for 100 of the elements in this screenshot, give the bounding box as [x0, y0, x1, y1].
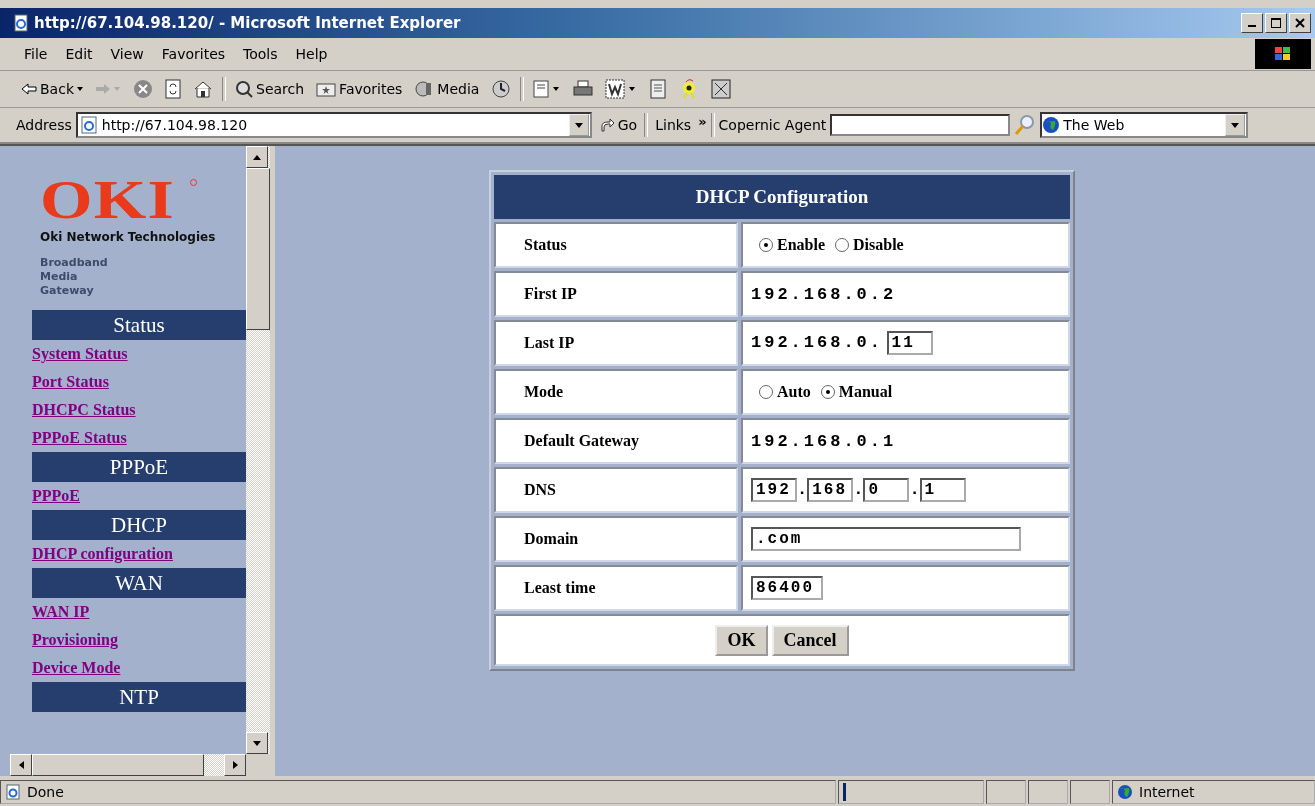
maximize-button[interactable]	[1265, 13, 1287, 33]
field-label: DNS	[494, 467, 738, 513]
section-heading: DHCP	[32, 510, 246, 540]
vertical-scrollbar[interactable]	[246, 146, 270, 754]
radio-option[interactable]: Manual	[820, 383, 893, 401]
media-button[interactable]: Media	[411, 78, 483, 100]
favorites-button[interactable]: Favorites	[313, 79, 406, 99]
ip-octet-field[interactable]: 168	[807, 478, 854, 502]
right-arrow-icon[interactable]	[232, 761, 238, 769]
menu-item[interactable]: View	[102, 44, 152, 64]
forward-arrow-icon	[95, 82, 121, 96]
status-pane	[986, 780, 1026, 804]
caret-icon[interactable]	[574, 122, 583, 128]
menu-item[interactable]: Favorites	[153, 44, 234, 64]
section-heading: NTP	[32, 682, 246, 712]
chevron-icon: »	[698, 114, 707, 129]
product-name-line: Broadband	[40, 256, 109, 270]
mail-icon	[533, 79, 562, 99]
ip-octet-field[interactable]: 192	[751, 478, 797, 502]
search-scope-dropdown[interactable]: The Web	[1040, 112, 1249, 138]
section-heading: WAN	[32, 568, 246, 598]
text-field[interactable]: .com	[751, 527, 1021, 551]
nav-link[interactable]: Port Status	[32, 373, 109, 391]
horizontal-scrollbar[interactable]	[10, 754, 246, 776]
home-icon	[193, 80, 213, 98]
printer-icon	[573, 80, 594, 98]
octet-separator: .	[797, 480, 808, 499]
ip-prefix: 192.168.0.	[751, 333, 884, 352]
back-button[interactable]: Back	[18, 79, 86, 99]
minimize-button[interactable]	[1241, 13, 1263, 33]
caret-icon[interactable]	[1231, 122, 1240, 128]
text-field[interactable]: 86400	[751, 576, 823, 600]
refresh-icon	[165, 79, 181, 99]
caret-icon	[77, 87, 83, 91]
grid-icon	[711, 79, 732, 99]
menu-item[interactable]: Tools	[235, 44, 286, 64]
menu-item[interactable]: Help	[287, 44, 336, 64]
zone-text: Internet	[1139, 784, 1195, 800]
links-button[interactable]: Links	[652, 115, 695, 135]
radio-option[interactable]: Enable	[759, 236, 825, 254]
oki-logo: OKI	[40, 176, 176, 224]
nav-link[interactable]: Device Mode	[32, 659, 121, 677]
globe-icon	[1042, 116, 1061, 134]
octet-separator: .	[853, 480, 864, 499]
status-pane	[1028, 780, 1068, 804]
field-label: First IP	[494, 271, 738, 317]
refresh-button[interactable]	[162, 77, 184, 101]
close-button[interactable]	[1289, 13, 1311, 33]
status-pane	[1070, 780, 1110, 804]
form-button[interactable]: OK	[715, 624, 768, 656]
ip-octet-field[interactable]: 11	[886, 331, 933, 355]
back-arrow-icon	[21, 82, 37, 96]
search-icon[interactable]	[1014, 114, 1037, 136]
left-arrow-icon[interactable]	[18, 761, 24, 769]
section-heading: Status	[32, 310, 246, 340]
document-icon	[649, 79, 668, 99]
octet-separator: .	[909, 480, 920, 499]
search-field[interactable]	[830, 114, 1011, 136]
form-title: DHCP Configuration	[494, 175, 1070, 219]
maximize-icon	[1271, 18, 1281, 28]
edit-icon	[605, 79, 638, 99]
search-button[interactable]: Search	[232, 78, 308, 100]
nav-link[interactable]: WAN IP	[32, 603, 90, 621]
page-icon	[79, 116, 98, 134]
go-button[interactable]: Go	[595, 115, 641, 135]
page-icon	[12, 14, 30, 32]
radio-option[interactable]: Disable	[835, 236, 904, 254]
go-arrow-icon	[598, 117, 615, 133]
nav-link[interactable]: DHCP configuration	[32, 545, 173, 563]
window-title: http://67.104.98.120/ - Microsoft Internet Explorer	[34, 14, 462, 32]
field-label: Mode	[494, 369, 738, 415]
section-heading: PPPoE	[32, 452, 246, 482]
ip-octet-field[interactable]: 1	[919, 478, 966, 502]
status-text: Done	[27, 784, 64, 800]
ip-octet-field[interactable]: 0	[863, 478, 910, 502]
menu-item[interactable]: Edit	[57, 44, 101, 64]
nav-link[interactable]: Provisioning	[32, 631, 118, 649]
form-button[interactable]: Cancel	[771, 624, 849, 656]
globe-icon	[1117, 784, 1133, 800]
down-arrow-icon[interactable]	[253, 740, 261, 746]
field-label: Status	[494, 222, 738, 268]
ip-value: 192.168.0.1	[751, 431, 897, 451]
field-label: Domain	[494, 516, 738, 562]
product-name-line: Gateway	[40, 284, 95, 298]
menu-item[interactable]: File	[16, 44, 56, 64]
minimize-icon	[1248, 25, 1256, 27]
field-label: Last IP	[494, 320, 738, 366]
address-field[interactable]: http://67.104.98.120	[75, 112, 592, 138]
windows-logo	[1255, 39, 1311, 69]
nav-link[interactable]: PPPoE Status	[32, 429, 127, 447]
nav-link[interactable]: System Status	[32, 345, 128, 363]
ip-value: 192.168.0.2	[751, 284, 897, 304]
field-label: Default Gateway	[494, 418, 738, 464]
field-label: Least time	[494, 565, 738, 611]
search-icon	[235, 80, 253, 98]
nav-link[interactable]: DHCPC Status	[32, 401, 136, 419]
up-arrow-icon[interactable]	[253, 154, 261, 160]
nav-link[interactable]: PPPoE	[32, 487, 80, 505]
radio-option[interactable]: Auto	[759, 383, 811, 401]
close-icon	[1295, 18, 1305, 28]
